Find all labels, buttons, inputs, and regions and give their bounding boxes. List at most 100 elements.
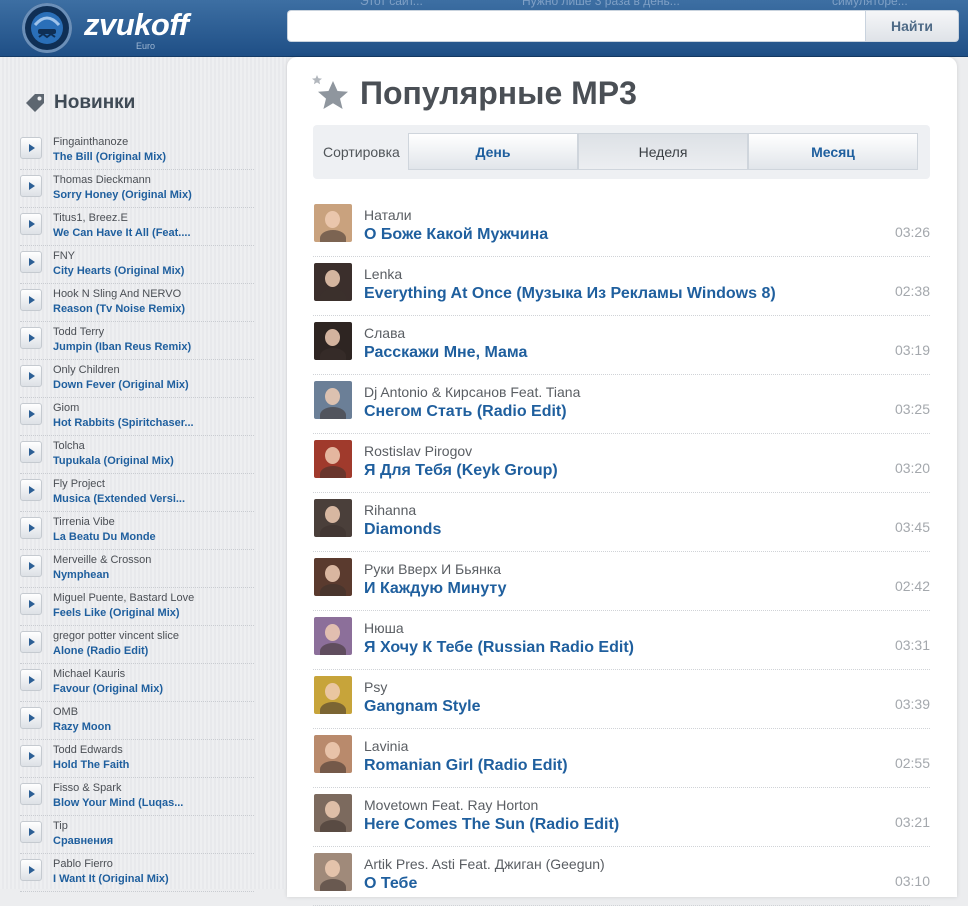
- artist-thumbnail[interactable]: [314, 322, 352, 360]
- track-row[interactable]: Rostislav Pirogov Я Для Тебя (Keyk Group)…: [313, 434, 930, 493]
- track-row[interactable]: Rihanna Diamonds 03:45: [313, 493, 930, 552]
- play-icon[interactable]: [20, 631, 42, 653]
- sidebar-track[interactable]: Tupukala (Original Mix): [53, 455, 253, 467]
- track-row[interactable]: Dj Antonio & Кирсанов Feat. Tiana Снегом …: [313, 375, 930, 434]
- sidebar-artist[interactable]: Only Children: [53, 364, 120, 376]
- sidebar-artist[interactable]: Fisso & Spark: [53, 782, 121, 794]
- artist-thumbnail[interactable]: [314, 617, 352, 655]
- logo-text[interactable]: zvukoff: [84, 7, 189, 43]
- search-button[interactable]: Найти: [865, 10, 959, 42]
- artist-thumbnail[interactable]: [314, 381, 352, 419]
- sidebar-artist[interactable]: Merveille & Crosson: [53, 554, 151, 566]
- play-icon[interactable]: [20, 821, 42, 843]
- sidebar-track[interactable]: Hold The Faith: [53, 759, 253, 771]
- track-title[interactable]: Снегом Стать (Radio Edit): [364, 403, 567, 421]
- sidebar-artist[interactable]: Giom: [53, 402, 79, 414]
- header-ghost-link[interactable]: Нужно лише 3 раза в день...: [522, 0, 680, 8]
- sidebar-artist[interactable]: Thomas Dieckmann: [53, 174, 151, 186]
- track-title[interactable]: О Тебе: [364, 875, 417, 893]
- track-artist[interactable]: Dj Antonio & Кирсанов Feat. Tiana: [364, 384, 580, 400]
- sidebar-track[interactable]: Nymphean: [53, 569, 253, 581]
- header-ghost-link[interactable]: Этот сайт...: [360, 0, 423, 8]
- sort-tab-month[interactable]: Месяц: [748, 133, 918, 170]
- track-title[interactable]: И Каждую Минуту: [364, 580, 507, 598]
- sidebar-track[interactable]: Jumpin (Iban Reus Remix): [53, 341, 253, 353]
- track-artist[interactable]: Lavinia: [364, 738, 408, 754]
- artist-thumbnail[interactable]: [314, 853, 352, 891]
- play-icon[interactable]: [20, 213, 42, 235]
- sidebar-track[interactable]: Reason (Tv Noise Remix): [53, 303, 253, 315]
- track-row[interactable]: Нюша Я Хочу К Тебе (Russian Radio Edit) 03…: [313, 611, 930, 670]
- track-row[interactable]: Слава Расскажи Мне, Мама 03:19: [313, 316, 930, 375]
- play-icon[interactable]: [20, 441, 42, 463]
- sidebar-artist[interactable]: Tip: [53, 820, 68, 832]
- sidebar-track[interactable]: We Can Have It All (Feat....: [53, 227, 253, 239]
- sidebar-artist[interactable]: Pablo Fierro: [53, 858, 113, 870]
- sort-tab-day[interactable]: День: [408, 133, 578, 170]
- play-icon[interactable]: [20, 251, 42, 273]
- track-artist[interactable]: Rihanna: [364, 502, 416, 518]
- track-artist[interactable]: Натали: [364, 207, 412, 223]
- sidebar-artist[interactable]: Miguel Puente, Bastard Love: [53, 592, 194, 604]
- track-artist[interactable]: Нюша: [364, 620, 404, 636]
- track-artist[interactable]: Lenka: [364, 266, 402, 282]
- sidebar-track[interactable]: Favour (Original Mix): [53, 683, 253, 695]
- sidebar-artist[interactable]: Titus1, Breez.E: [53, 212, 128, 224]
- track-title[interactable]: О Боже Какой Мужчина: [364, 226, 548, 244]
- track-row[interactable]: Movetown Feat. Ray Horton Here Comes The …: [313, 788, 930, 847]
- play-icon[interactable]: [20, 403, 42, 425]
- play-icon[interactable]: [20, 555, 42, 577]
- artist-thumbnail[interactable]: [314, 440, 352, 478]
- sidebar-track[interactable]: Down Fever (Original Mix): [53, 379, 253, 391]
- sidebar-track[interactable]: Сравнения: [53, 835, 253, 847]
- sidebar-track[interactable]: Feels Like (Original Mix): [53, 607, 253, 619]
- play-icon[interactable]: [20, 745, 42, 767]
- sidebar-track[interactable]: The Bill (Original Mix): [53, 151, 253, 163]
- sidebar-artist[interactable]: OMB: [53, 706, 78, 718]
- track-row[interactable]: Lenka Everything At Once (Музыка Из Рекла…: [313, 257, 930, 316]
- play-icon[interactable]: [20, 289, 42, 311]
- sort-tab-week[interactable]: Неделя: [578, 133, 748, 170]
- track-row[interactable]: Натали О Боже Какой Мужчина 03:26: [313, 198, 930, 257]
- play-icon[interactable]: [20, 517, 42, 539]
- sidebar-track[interactable]: City Hearts (Original Mix): [53, 265, 253, 277]
- sidebar-artist[interactable]: Fingainthanoze: [53, 136, 128, 148]
- track-artist[interactable]: Слава: [364, 325, 405, 341]
- play-icon[interactable]: [20, 707, 42, 729]
- track-artist[interactable]: Movetown Feat. Ray Horton: [364, 797, 538, 813]
- artist-thumbnail[interactable]: [314, 794, 352, 832]
- play-icon[interactable]: [20, 593, 42, 615]
- play-icon[interactable]: [20, 783, 42, 805]
- track-title[interactable]: Gangnam Style: [364, 698, 480, 716]
- sidebar-track[interactable]: Sorry Honey (Original Mix): [53, 189, 253, 201]
- track-title[interactable]: Here Comes The Sun (Radio Edit): [364, 816, 619, 834]
- sidebar-track[interactable]: Razy Moon: [53, 721, 253, 733]
- sidebar-artist[interactable]: Todd Edwards: [53, 744, 123, 756]
- sidebar-artist[interactable]: FNY: [53, 250, 75, 262]
- artist-thumbnail[interactable]: [314, 204, 352, 242]
- track-title[interactable]: Romanian Girl (Radio Edit): [364, 757, 568, 775]
- track-artist[interactable]: Rostislav Pirogov: [364, 443, 472, 459]
- track-row[interactable]: Lavinia Romanian Girl (Radio Edit) 02:55: [313, 729, 930, 788]
- track-artist[interactable]: Руки Вверх И Бьянка: [364, 561, 501, 577]
- logo-icon[interactable]: [22, 3, 72, 53]
- artist-thumbnail[interactable]: [314, 499, 352, 537]
- sidebar-artist[interactable]: Fly Project: [53, 478, 105, 490]
- track-artist[interactable]: Psy: [364, 679, 387, 695]
- sidebar-artist[interactable]: Todd Terry: [53, 326, 104, 338]
- sidebar-artist[interactable]: Tirrenia Vibe: [53, 516, 115, 528]
- track-row[interactable]: Руки Вверх И Бьянка И Каждую Минуту 02:42: [313, 552, 930, 611]
- track-title[interactable]: Diamonds: [364, 521, 441, 539]
- play-icon[interactable]: [20, 327, 42, 349]
- artist-thumbnail[interactable]: [314, 558, 352, 596]
- sidebar-track[interactable]: Musica (Extended Versi...: [53, 493, 253, 505]
- sidebar-track[interactable]: Hot Rabbits (Spiritchaser...: [53, 417, 253, 429]
- artist-thumbnail[interactable]: [314, 263, 352, 301]
- sidebar-artist[interactable]: Michael Kauris: [53, 668, 125, 680]
- header-ghost-link[interactable]: симуляторе...: [832, 0, 908, 8]
- sidebar-artist[interactable]: gregor potter vincent slice: [53, 630, 179, 642]
- sidebar-track[interactable]: Blow Your Mind (Luqas...: [53, 797, 253, 809]
- sidebar-track[interactable]: I Want It (Original Mix): [53, 873, 253, 885]
- sidebar-track[interactable]: Alone (Radio Edit): [53, 645, 253, 657]
- track-title[interactable]: Я Для Тебя (Keyk Group): [364, 462, 558, 480]
